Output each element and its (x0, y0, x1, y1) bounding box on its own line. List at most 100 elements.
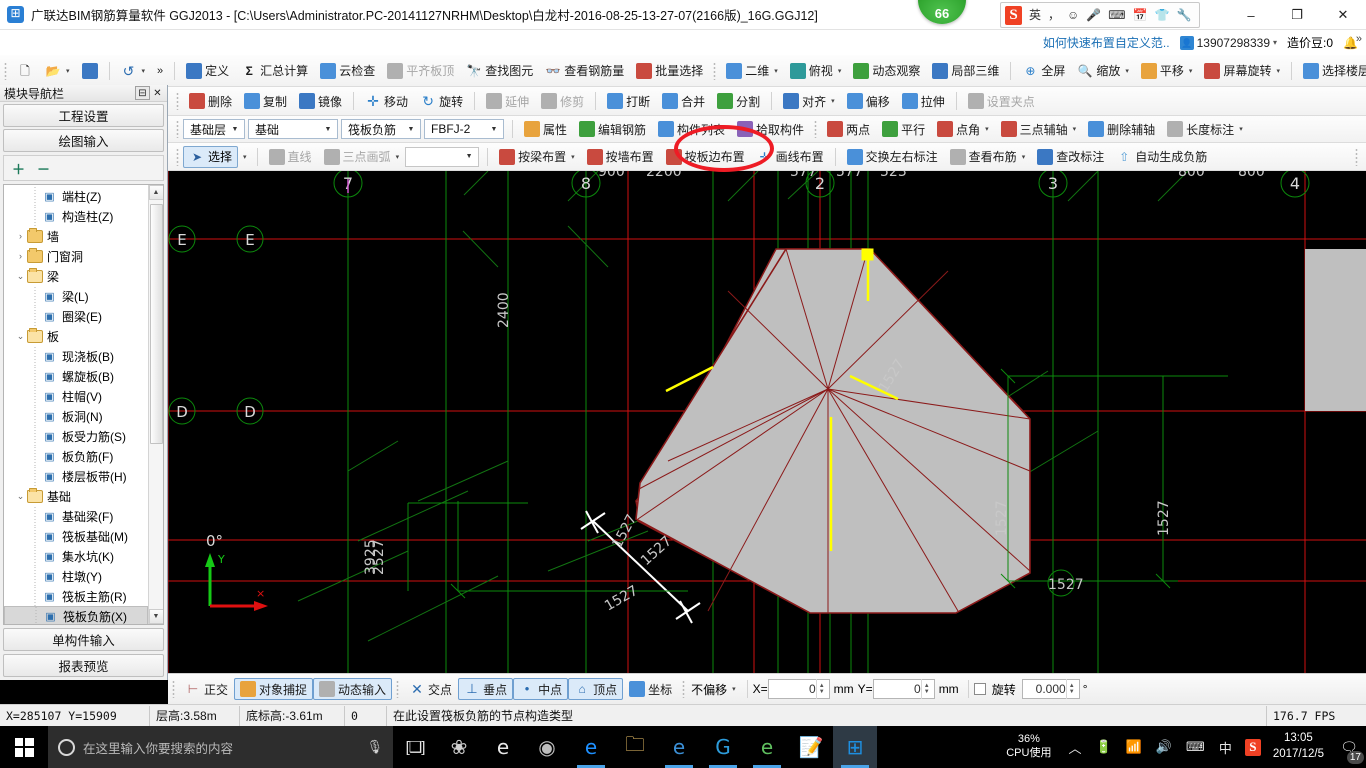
promo-link[interactable]: 如何快速布置自定义范.. (1043, 34, 1170, 51)
snap-intersection-button[interactable]: ✕ 交点 (403, 678, 458, 700)
report-preview-button[interactable]: 报表预览 (3, 654, 164, 677)
component-tree[interactable]: ▣ 端柱(Z) ▣ 构造柱(Z) › 墙 › 门窗洞 ⌄ 梁 ▣ 梁(L) ▣ 圈梁(E) ⌄ 板 ▣ 现浇板(B… (4, 185, 148, 624)
chevron-down-icon[interactable]: ▾ (396, 153, 400, 161)
ime-calendar-icon[interactable]: 📅 (1133, 9, 1148, 21)
tree-item-8[interactable]: ▣ 现浇板(B) (4, 346, 148, 366)
tree-scrollbar[interactable]: ▲ ▼ (148, 185, 163, 624)
file-explorer-button[interactable]: 🗀 (613, 726, 657, 768)
chevron-down-icon[interactable]: ▼ (404, 126, 418, 133)
zoom-button[interactable]: 🔍 缩放 ▾ (1071, 59, 1135, 83)
toolbar-gripper[interactable] (814, 120, 818, 138)
offset-x-input[interactable]: 0 ▲ ▼ (767, 679, 830, 699)
keyboard-icon[interactable]: ⌨ (1179, 726, 1212, 768)
edge-legacy-button[interactable]: e (481, 726, 525, 768)
edit-dimension-button[interactable]: 查改标注 (1031, 145, 1110, 169)
length-dimension-button[interactable]: 长度标注 ▾ (1161, 117, 1249, 141)
tree-item-9[interactable]: ▣ 螺旋板(B) (4, 366, 148, 386)
draw-line-place-button[interactable]: ✛ 画线布置 (751, 145, 830, 169)
tree-item-4[interactable]: ⌄ 梁 (4, 266, 148, 286)
parallel-button[interactable]: 平行 (876, 117, 931, 141)
notepad-button[interactable]: 📝 (789, 726, 833, 768)
tree-item-7[interactable]: ⌄ 板 (4, 326, 148, 346)
project-settings-button[interactable]: 工程设置 (3, 104, 164, 127)
ime-keyboard-icon[interactable]: ⌨ (1108, 9, 1125, 21)
chevron-down-icon[interactable]: ▾ (571, 153, 575, 161)
place-by-wall-button[interactable]: 按墙布置 (581, 145, 660, 169)
notification-center-button[interactable]: 🗨 17 (1332, 726, 1366, 768)
single-component-input-button[interactable]: 单构件输入 (3, 628, 164, 651)
toolbar-gripper[interactable] (176, 147, 179, 166)
define-button[interactable]: 定义 (180, 59, 235, 83)
view-rebar-qty-button[interactable]: 👓 查看钢筋量 (539, 59, 630, 83)
category-select[interactable]: 基础 ▼ (248, 119, 338, 139)
ime-mode-icon[interactable]: 中 (1212, 726, 1239, 768)
properties-button[interactable]: 属性 (518, 117, 573, 141)
360-browser-button[interactable]: e (745, 726, 789, 768)
tree-item-20[interactable]: ▣ 筏板主筋(R) (4, 586, 148, 606)
snap-perpendicular-button[interactable]: ⊥ 垂点 (458, 678, 514, 700)
pick-component-button[interactable]: 拾取构件 (731, 117, 810, 141)
account-overflow-icon[interactable]: » (1356, 33, 1362, 45)
sogou-logo-icon[interactable]: S (1005, 5, 1022, 25)
cortana-flower-button[interactable]: ❀ (437, 726, 481, 768)
snapbar-gripper[interactable] (682, 680, 686, 698)
tree-item-15[interactable]: ⌄ 基础 (4, 486, 148, 506)
orbit-button[interactable]: 动态观察 (847, 59, 926, 83)
component-list-button[interactable]: 构件列表 (652, 117, 731, 141)
ime-voice-icon[interactable]: 🎤 (1086, 9, 1101, 21)
wifi-icon[interactable]: 📶 (1119, 726, 1149, 768)
chevron-down-icon[interactable]: ▾ (838, 67, 842, 75)
copy-button[interactable]: 复制 (238, 89, 293, 113)
chevron-down-icon[interactable]: ▼ (321, 126, 335, 133)
snap-coordinate-button[interactable]: 坐标 (623, 678, 678, 700)
chevron-down-icon[interactable]: ▾ (1125, 67, 1129, 75)
stretch-button[interactable]: 拉伸 (896, 89, 951, 113)
save-button[interactable] (76, 59, 104, 83)
close-button[interactable]: ✕ (1320, 0, 1366, 30)
pan-button[interactable]: 平移 ▾ (1135, 59, 1199, 83)
undo-button[interactable]: ↺ ▾ (115, 59, 152, 83)
merge-button[interactable]: 合并 (656, 89, 711, 113)
pin-icon[interactable]: ⊟ (135, 86, 150, 100)
ime-emoji-icon[interactable]: ☺ (1067, 9, 1079, 21)
tree-item-6[interactable]: ▣ 圈梁(E) (4, 306, 148, 326)
toolbar-gripper[interactable] (176, 92, 179, 110)
select-floor-button[interactable]: 选择楼层 (1297, 59, 1366, 83)
minimize-button[interactable]: – (1228, 0, 1274, 30)
chevron-down-icon[interactable]: ⌄ (14, 491, 27, 502)
three-point-axis-button[interactable]: 三点辅轴 ▾ (995, 117, 1083, 141)
chevron-down-icon[interactable]: ▾ (732, 685, 736, 693)
toolbar-gripper[interactable] (176, 120, 179, 138)
internet-explorer-button[interactable]: e (657, 726, 701, 768)
maximize-button[interactable]: ❐ (1274, 0, 1320, 30)
edge-button[interactable]: e (569, 726, 613, 768)
sogou-browser-button[interactable]: G (701, 726, 745, 768)
swap-dimension-button[interactable]: 交换左右标注 (841, 145, 944, 169)
chevron-down-icon[interactable]: ▾ (1022, 153, 1026, 161)
ime-punctuation-icon[interactable]: ， (1048, 9, 1060, 21)
quick-access-overflow[interactable]: » (151, 59, 169, 83)
chevron-down-icon[interactable]: ▾ (1276, 67, 1280, 75)
move-button[interactable]: ✛ 移动 (359, 89, 414, 113)
summary-calc-button[interactable]: Σ 汇总计算 (235, 59, 314, 83)
chevron-right-icon[interactable]: › (14, 251, 27, 261)
task-view-button[interactable]: [❑] (393, 726, 437, 768)
spinner-icon[interactable]: ▲ ▼ (920, 679, 932, 699)
mirror-button[interactable]: 镜像 (293, 89, 348, 113)
ime-skin-icon[interactable]: 👕 (1155, 9, 1170, 21)
taskbar-clock[interactable]: 13:05 2017/12/5 (1267, 731, 1332, 762)
drawing-input-button[interactable]: 绘图输入 (3, 129, 164, 152)
ggj-button[interactable]: ⊞ (833, 726, 877, 768)
sogou-tray-icon[interactable]: S (1244, 738, 1261, 756)
ime-floating-bar[interactable]: S 英 ， ☺ 🎤 ⌨ 📅 👕 🔧 (1000, 2, 1201, 28)
toolbar-gripper[interactable] (1355, 147, 1358, 166)
collapse-all-icon[interactable]: － (37, 159, 50, 178)
expand-all-icon[interactable]: ＋ (12, 159, 25, 178)
tree-item-17[interactable]: ▣ 筏板基础(M) (4, 526, 148, 546)
cad-drawing-canvas[interactable]: 7 8 2 3 4 E E D D (168, 171, 1366, 673)
scroll-track[interactable] (148, 200, 163, 609)
close-icon[interactable]: ✕ (150, 86, 165, 100)
chevron-down-icon[interactable]: ▾ (142, 67, 146, 75)
align-button[interactable]: 对齐 ▾ (777, 89, 841, 113)
cortana-icon[interactable] (58, 738, 75, 756)
